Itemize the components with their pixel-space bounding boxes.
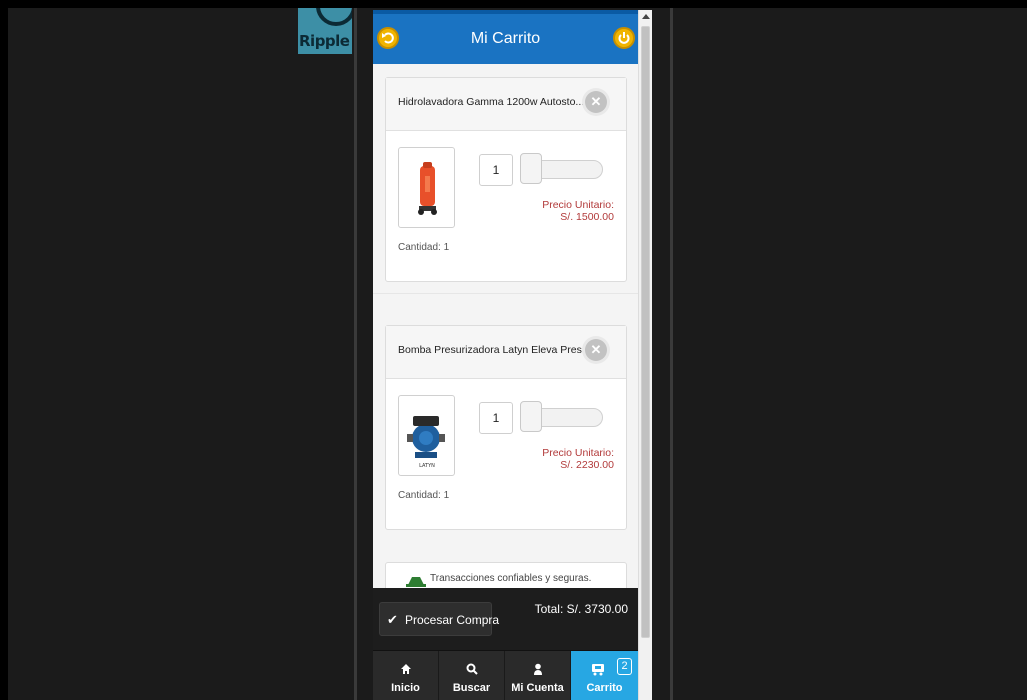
bottom-nav: Inicio Buscar Mi Cuenta 2 Carrito (373, 650, 638, 700)
home-icon (373, 663, 438, 678)
cart-item-body: 1 Precio Unitario: S/. 1500.00 Cantidad:… (386, 131, 626, 281)
nav-item-buscar[interactable]: Buscar (439, 651, 505, 700)
quantity-input[interactable]: 1 (479, 154, 513, 186)
close-icon: ✕ (590, 342, 602, 357)
scroll-up-arrow-icon[interactable] (642, 14, 650, 19)
unit-price: Precio Unitario: S/. 1500.00 (496, 199, 614, 223)
product-image[interactable] (398, 147, 455, 228)
ripple-logo-text: Ripple (299, 32, 350, 50)
cart-item-body: LATYN 1 Precio Unitario: S/. 2230.00 Can… (386, 379, 626, 529)
nav-item-inicio[interactable]: Inicio (373, 651, 439, 700)
cart-item-header: Bomba Presurizadora Latyn Eleva Pres... … (386, 326, 626, 379)
search-icon (439, 663, 504, 678)
security-notice: Transacciones confiables y seguras. (385, 562, 627, 588)
scrollbar[interactable] (638, 10, 652, 700)
process-purchase-button[interactable]: ✔ Procesar Compra (379, 602, 499, 636)
water-pump-image: LATYN (407, 416, 445, 469)
divider (373, 293, 638, 294)
remove-item-button[interactable]: ✕ (585, 339, 607, 361)
cart-total: Total: S/. 3730.00 (534, 602, 628, 616)
phone-device: Mi Carrito Hidrolavadora Gamma 1200w Aut… (373, 10, 652, 700)
scrollbar-thumb[interactable] (641, 26, 650, 638)
cart-content: Hidrolavadora Gamma 1200w Autosto... ✕ 1… (373, 64, 638, 588)
cart-item-header: Hidrolavadora Gamma 1200w Autosto... ✕ (386, 78, 626, 131)
unit-price-value: S/. 2230.00 (560, 459, 614, 471)
quantity-label: Cantidad: 1 (398, 490, 450, 501)
ripple-ring-icon (316, 8, 352, 26)
latyn-brand-text: LATYN (419, 463, 435, 469)
frame-divider-right (670, 8, 673, 700)
pressure-washer-image (418, 162, 437, 215)
cart-item: Hidrolavadora Gamma 1200w Autosto... ✕ 1… (385, 77, 627, 282)
remove-item-button[interactable]: ✕ (585, 91, 607, 113)
quantity-slider-handle[interactable] (520, 401, 542, 432)
secure-agent-icon (406, 577, 426, 587)
nav-label: Carrito (586, 682, 623, 694)
cart-item: Bomba Presurizadora Latyn Eleva Pres... … (385, 325, 627, 530)
power-button[interactable] (613, 27, 635, 49)
cart-count-badge: 2 (617, 658, 632, 675)
unit-price: Precio Unitario: S/. 2230.00 (496, 447, 614, 471)
app-header: Mi Carrito (373, 10, 638, 64)
quantity-slider-handle[interactable] (520, 153, 542, 184)
user-icon (505, 663, 570, 678)
ripple-logo: Ripple (298, 8, 352, 54)
security-text: Transacciones confiables y seguras. (430, 573, 592, 584)
product-image[interactable]: LATYN (398, 395, 455, 476)
nav-label: Buscar (452, 682, 491, 694)
process-purchase-label: Procesar Compra (405, 613, 500, 627)
power-icon (618, 32, 630, 44)
nav-item-carrito[interactable]: 2 Carrito (571, 651, 638, 700)
quantity-input[interactable]: 1 (479, 402, 513, 434)
checkout-bar: ✔ Procesar Compra Total: S/. 3730.00 (373, 588, 638, 650)
product-name: Bomba Presurizadora Latyn Eleva Pres... (398, 344, 591, 356)
close-icon: ✕ (590, 94, 602, 109)
quantity-label: Cantidad: 1 (398, 242, 450, 253)
unit-price-label: Precio Unitario: (542, 447, 614, 459)
product-name: Hidrolavadora Gamma 1200w Autosto... (398, 96, 585, 108)
unit-price-value: S/. 1500.00 (560, 211, 614, 223)
checkmark-icon: ✔ (387, 612, 398, 627)
nav-item-mi-cuenta[interactable]: Mi Cuenta (505, 651, 571, 700)
page-title: Mi Carrito (470, 30, 541, 47)
nav-label: Mi Cuenta (511, 682, 564, 694)
nav-label: Inicio (391, 682, 420, 694)
frame-divider-left (354, 8, 357, 700)
unit-price-label: Precio Unitario: (542, 199, 614, 211)
